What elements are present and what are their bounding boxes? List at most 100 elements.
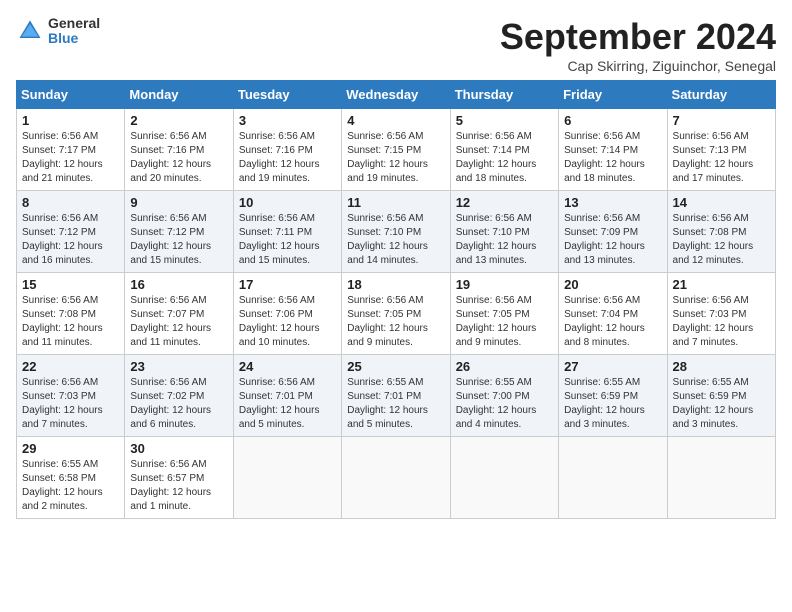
day-info: Sunrise: 6:56 AMSunset: 7:16 PMDaylight:… bbox=[239, 131, 320, 184]
day-number: 16 bbox=[130, 277, 227, 292]
table-row: 11 Sunrise: 6:56 AMSunset: 7:10 PMDaylig… bbox=[342, 191, 450, 273]
table-row: 9 Sunrise: 6:56 AMSunset: 7:12 PMDayligh… bbox=[125, 191, 233, 273]
table-row: 2 Sunrise: 6:56 AMSunset: 7:16 PMDayligh… bbox=[125, 109, 233, 191]
day-info: Sunrise: 6:56 AMSunset: 7:08 PMDaylight:… bbox=[22, 295, 103, 348]
table-row: 16 Sunrise: 6:56 AMSunset: 7:07 PMDaylig… bbox=[125, 273, 233, 355]
day-info: Sunrise: 6:56 AMSunset: 7:15 PMDaylight:… bbox=[347, 131, 428, 184]
day-info: Sunrise: 6:56 AMSunset: 7:09 PMDaylight:… bbox=[564, 213, 645, 266]
day-number: 4 bbox=[347, 113, 444, 128]
day-number: 28 bbox=[673, 359, 770, 374]
title-section: September 2024 Cap Skirring, Ziguinchor,… bbox=[500, 16, 776, 74]
day-number: 11 bbox=[347, 195, 444, 210]
day-info: Sunrise: 6:55 AMSunset: 7:01 PMDaylight:… bbox=[347, 377, 428, 430]
day-info: Sunrise: 6:56 AMSunset: 7:05 PMDaylight:… bbox=[456, 295, 537, 348]
table-row: 22 Sunrise: 6:56 AMSunset: 7:03 PMDaylig… bbox=[17, 355, 125, 437]
day-info: Sunrise: 6:56 AMSunset: 7:05 PMDaylight:… bbox=[347, 295, 428, 348]
day-number: 5 bbox=[456, 113, 553, 128]
day-number: 2 bbox=[130, 113, 227, 128]
day-info: Sunrise: 6:56 AMSunset: 7:07 PMDaylight:… bbox=[130, 295, 211, 348]
day-info: Sunrise: 6:56 AMSunset: 7:08 PMDaylight:… bbox=[673, 213, 754, 266]
table-row: 29 Sunrise: 6:55 AMSunset: 6:58 PMDaylig… bbox=[17, 437, 125, 519]
day-info: Sunrise: 6:56 AMSunset: 7:10 PMDaylight:… bbox=[456, 213, 537, 266]
day-number: 20 bbox=[564, 277, 661, 292]
table-row: 4 Sunrise: 6:56 AMSunset: 7:15 PMDayligh… bbox=[342, 109, 450, 191]
day-number: 30 bbox=[130, 441, 227, 456]
table-row bbox=[342, 437, 450, 519]
day-number: 10 bbox=[239, 195, 336, 210]
col-wednesday: Wednesday bbox=[342, 81, 450, 109]
table-row: 23 Sunrise: 6:56 AMSunset: 7:02 PMDaylig… bbox=[125, 355, 233, 437]
logo-line2: Blue bbox=[48, 31, 100, 46]
col-friday: Friday bbox=[559, 81, 667, 109]
day-info: Sunrise: 6:56 AMSunset: 7:14 PMDaylight:… bbox=[564, 131, 645, 184]
day-info: Sunrise: 6:56 AMSunset: 7:11 PMDaylight:… bbox=[239, 213, 320, 266]
location-subtitle: Cap Skirring, Ziguinchor, Senegal bbox=[500, 58, 776, 74]
day-info: Sunrise: 6:55 AMSunset: 6:59 PMDaylight:… bbox=[673, 377, 754, 430]
logo-line1: General bbox=[48, 16, 100, 31]
day-number: 18 bbox=[347, 277, 444, 292]
table-row: 20 Sunrise: 6:56 AMSunset: 7:04 PMDaylig… bbox=[559, 273, 667, 355]
table-row: 25 Sunrise: 6:55 AMSunset: 7:01 PMDaylig… bbox=[342, 355, 450, 437]
day-number: 26 bbox=[456, 359, 553, 374]
day-info: Sunrise: 6:56 AMSunset: 7:03 PMDaylight:… bbox=[22, 377, 103, 430]
header-row: Sunday Monday Tuesday Wednesday Thursday… bbox=[17, 81, 776, 109]
day-info: Sunrise: 6:56 AMSunset: 7:12 PMDaylight:… bbox=[130, 213, 211, 266]
table-row: 7 Sunrise: 6:56 AMSunset: 7:13 PMDayligh… bbox=[667, 109, 775, 191]
day-info: Sunrise: 6:56 AMSunset: 7:03 PMDaylight:… bbox=[673, 295, 754, 348]
table-row: 19 Sunrise: 6:56 AMSunset: 7:05 PMDaylig… bbox=[450, 273, 558, 355]
day-number: 8 bbox=[22, 195, 119, 210]
day-number: 14 bbox=[673, 195, 770, 210]
day-info: Sunrise: 6:56 AMSunset: 7:10 PMDaylight:… bbox=[347, 213, 428, 266]
day-number: 9 bbox=[130, 195, 227, 210]
day-number: 21 bbox=[673, 277, 770, 292]
table-row: 6 Sunrise: 6:56 AMSunset: 7:14 PMDayligh… bbox=[559, 109, 667, 191]
day-info: Sunrise: 6:56 AMSunset: 7:06 PMDaylight:… bbox=[239, 295, 320, 348]
day-info: Sunrise: 6:56 AMSunset: 6:57 PMDaylight:… bbox=[130, 459, 211, 512]
day-number: 1 bbox=[22, 113, 119, 128]
col-thursday: Thursday bbox=[450, 81, 558, 109]
table-row bbox=[450, 437, 558, 519]
day-info: Sunrise: 6:55 AMSunset: 6:58 PMDaylight:… bbox=[22, 459, 103, 512]
table-row: 21 Sunrise: 6:56 AMSunset: 7:03 PMDaylig… bbox=[667, 273, 775, 355]
table-row: 30 Sunrise: 6:56 AMSunset: 6:57 PMDaylig… bbox=[125, 437, 233, 519]
day-info: Sunrise: 6:56 AMSunset: 7:04 PMDaylight:… bbox=[564, 295, 645, 348]
day-info: Sunrise: 6:56 AMSunset: 7:14 PMDaylight:… bbox=[456, 131, 537, 184]
logo-icon bbox=[16, 17, 44, 45]
table-row bbox=[667, 437, 775, 519]
table-row: 5 Sunrise: 6:56 AMSunset: 7:14 PMDayligh… bbox=[450, 109, 558, 191]
day-number: 29 bbox=[22, 441, 119, 456]
day-number: 27 bbox=[564, 359, 661, 374]
day-number: 15 bbox=[22, 277, 119, 292]
day-info: Sunrise: 6:56 AMSunset: 7:01 PMDaylight:… bbox=[239, 377, 320, 430]
table-row: 26 Sunrise: 6:55 AMSunset: 7:00 PMDaylig… bbox=[450, 355, 558, 437]
day-number: 19 bbox=[456, 277, 553, 292]
table-row: 24 Sunrise: 6:56 AMSunset: 7:01 PMDaylig… bbox=[233, 355, 341, 437]
day-number: 12 bbox=[456, 195, 553, 210]
day-info: Sunrise: 6:56 AMSunset: 7:12 PMDaylight:… bbox=[22, 213, 103, 266]
day-info: Sunrise: 6:56 AMSunset: 7:17 PMDaylight:… bbox=[22, 131, 103, 184]
day-number: 7 bbox=[673, 113, 770, 128]
logo-text: General Blue bbox=[48, 16, 100, 47]
col-saturday: Saturday bbox=[667, 81, 775, 109]
day-info: Sunrise: 6:56 AMSunset: 7:13 PMDaylight:… bbox=[673, 131, 754, 184]
table-row: 15 Sunrise: 6:56 AMSunset: 7:08 PMDaylig… bbox=[17, 273, 125, 355]
table-row bbox=[559, 437, 667, 519]
day-number: 17 bbox=[239, 277, 336, 292]
col-tuesday: Tuesday bbox=[233, 81, 341, 109]
day-number: 22 bbox=[22, 359, 119, 374]
day-info: Sunrise: 6:56 AMSunset: 7:16 PMDaylight:… bbox=[130, 131, 211, 184]
table-row: 10 Sunrise: 6:56 AMSunset: 7:11 PMDaylig… bbox=[233, 191, 341, 273]
col-monday: Monday bbox=[125, 81, 233, 109]
table-row: 18 Sunrise: 6:56 AMSunset: 7:05 PMDaylig… bbox=[342, 273, 450, 355]
day-number: 24 bbox=[239, 359, 336, 374]
table-row: 12 Sunrise: 6:56 AMSunset: 7:10 PMDaylig… bbox=[450, 191, 558, 273]
table-row: 27 Sunrise: 6:55 AMSunset: 6:59 PMDaylig… bbox=[559, 355, 667, 437]
table-row: 14 Sunrise: 6:56 AMSunset: 7:08 PMDaylig… bbox=[667, 191, 775, 273]
table-row: 13 Sunrise: 6:56 AMSunset: 7:09 PMDaylig… bbox=[559, 191, 667, 273]
day-number: 25 bbox=[347, 359, 444, 374]
table-row: 3 Sunrise: 6:56 AMSunset: 7:16 PMDayligh… bbox=[233, 109, 341, 191]
day-number: 3 bbox=[239, 113, 336, 128]
table-row: 28 Sunrise: 6:55 AMSunset: 6:59 PMDaylig… bbox=[667, 355, 775, 437]
table-row: 17 Sunrise: 6:56 AMSunset: 7:06 PMDaylig… bbox=[233, 273, 341, 355]
logo: General Blue bbox=[16, 16, 100, 47]
